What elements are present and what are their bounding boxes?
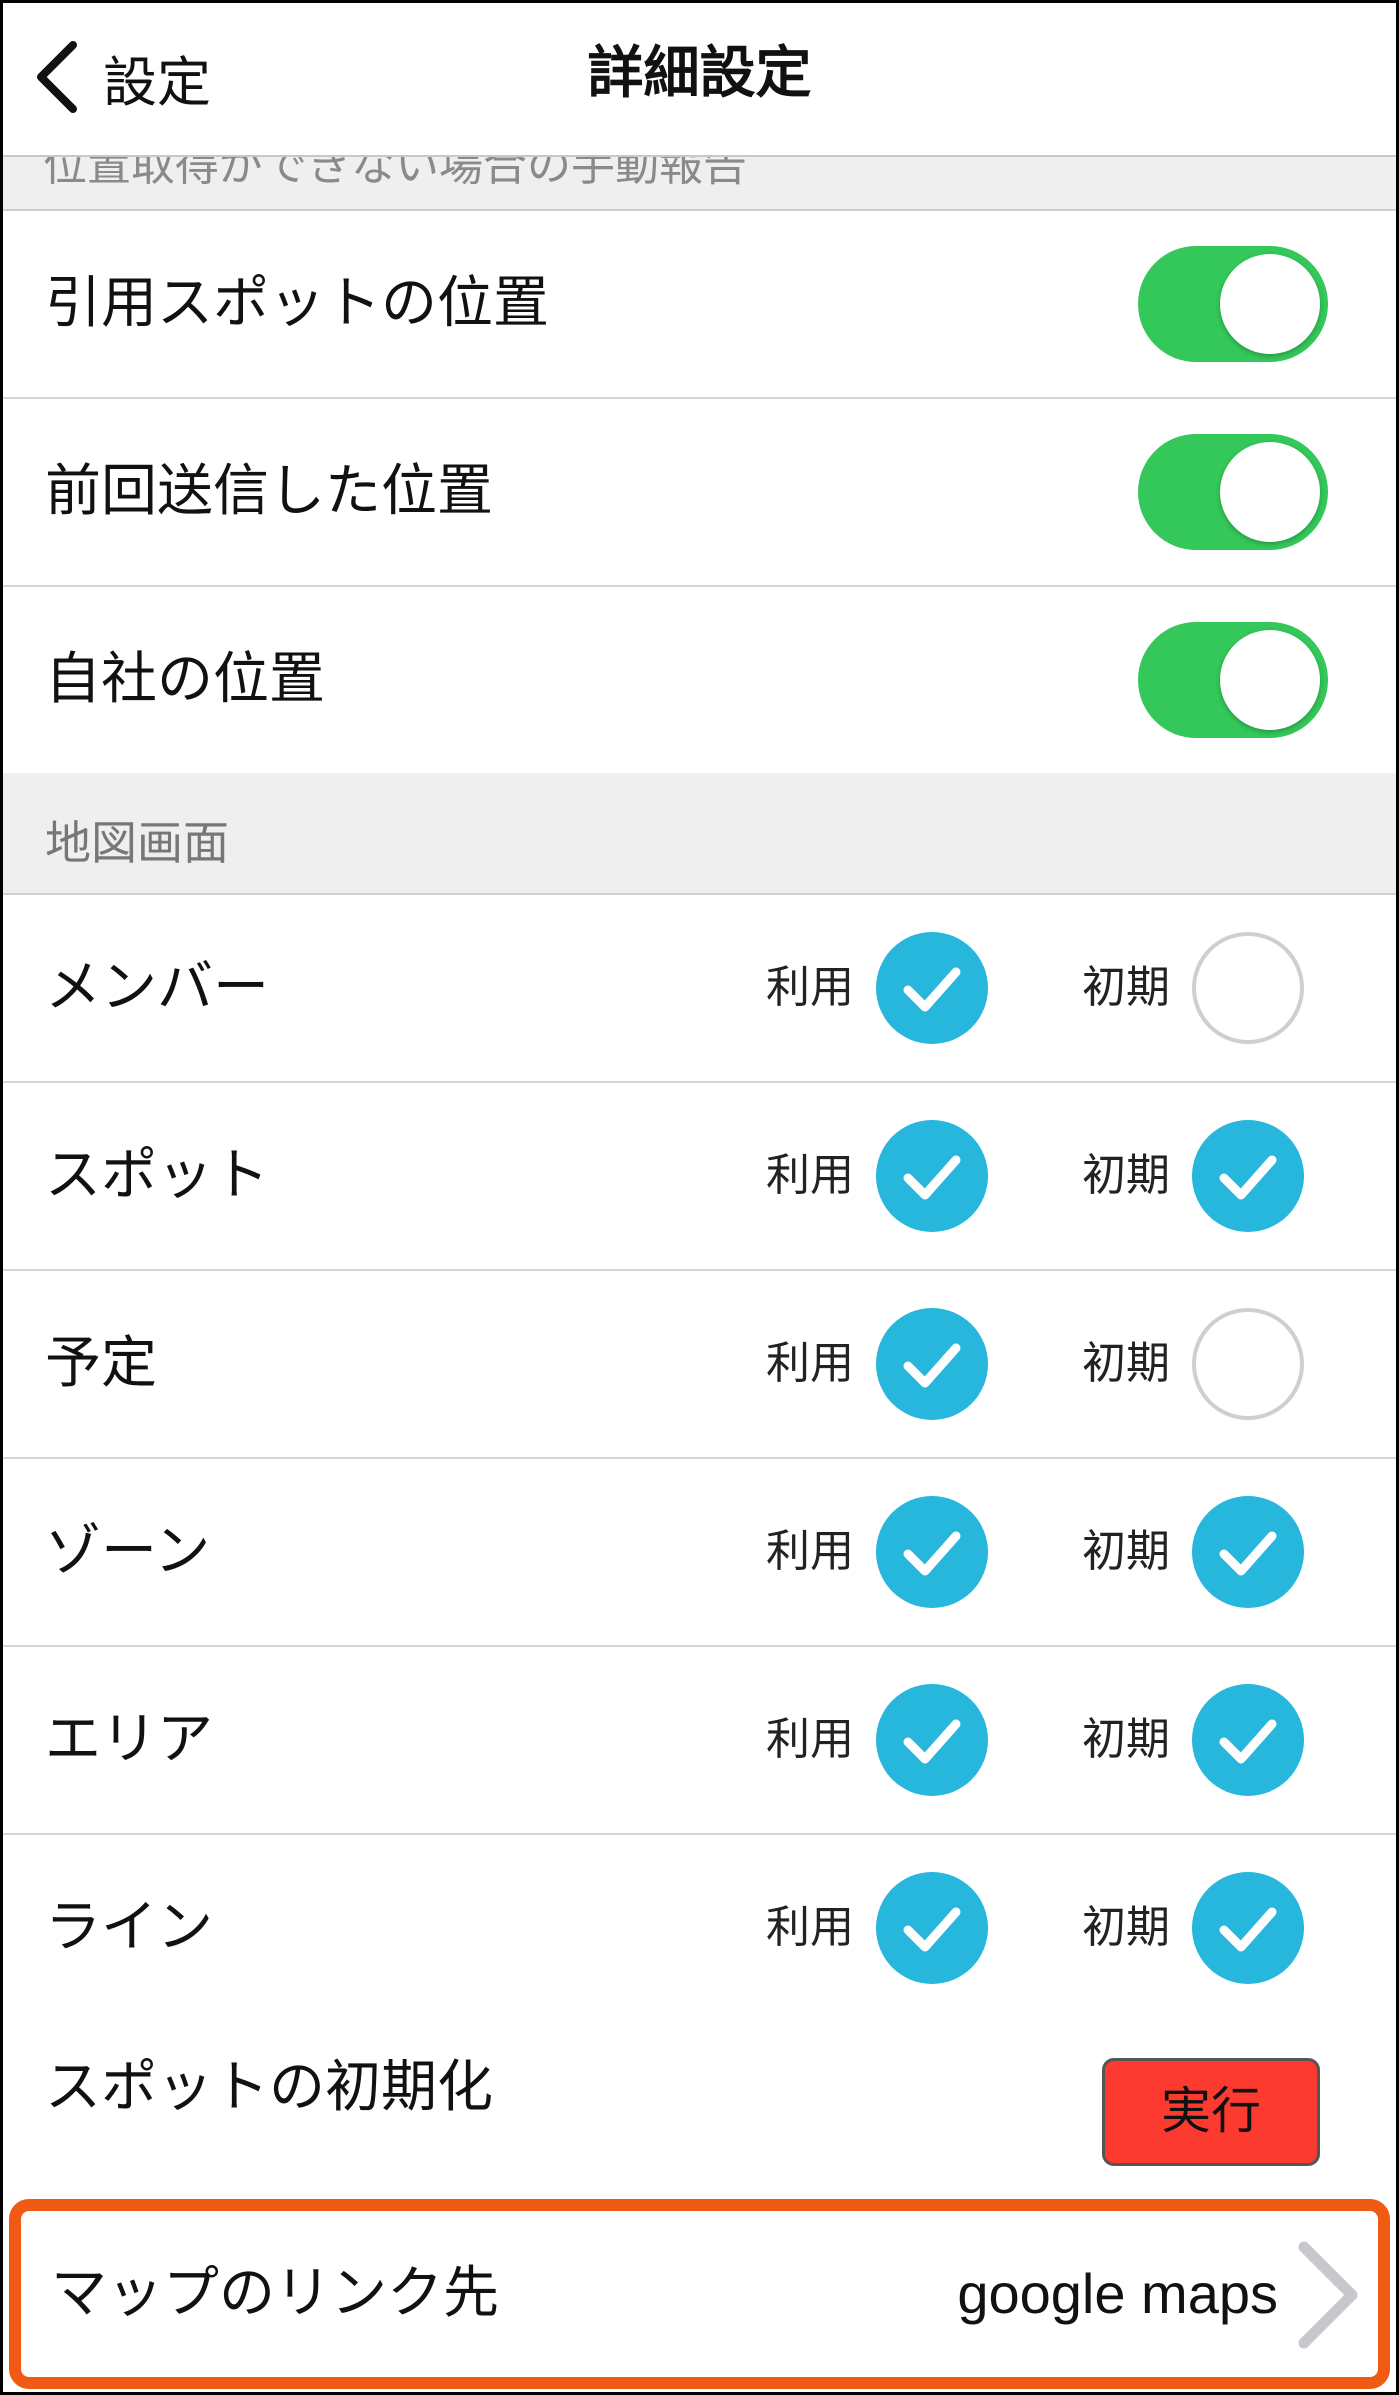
checkmark-icon bbox=[1219, 1719, 1277, 1764]
chevron-right-icon bbox=[1298, 2241, 1358, 2349]
row-label: 自社の位置 bbox=[45, 647, 325, 712]
checkmark-icon bbox=[903, 1155, 961, 1200]
use-label: 利用 bbox=[766, 1714, 854, 1765]
init-checkbox[interactable] bbox=[1192, 1684, 1304, 1796]
use-label: 利用 bbox=[766, 1902, 854, 1953]
init-checkbox[interactable] bbox=[1192, 1872, 1304, 1984]
checkmark-icon bbox=[903, 1719, 961, 1764]
init-label: 初期 bbox=[1082, 1150, 1170, 1201]
use-checkbox[interactable] bbox=[876, 1684, 988, 1796]
row-label: 前回送信した位置 bbox=[45, 459, 493, 524]
init-checkbox[interactable] bbox=[1192, 1308, 1304, 1420]
init-label: 初期 bbox=[1082, 1338, 1170, 1389]
map-option-row: エリア 利用 初期 bbox=[3, 1647, 1396, 1835]
map-link-value: google maps bbox=[957, 2262, 1278, 2325]
last-sent-position-toggle[interactable] bbox=[1138, 434, 1328, 550]
toggle-row-own-company: 自社の位置 bbox=[3, 587, 1396, 775]
map-option-row: ライン 利用 初期 bbox=[3, 1835, 1396, 2023]
toggle-knob bbox=[1220, 630, 1320, 730]
toggle-knob bbox=[1220, 442, 1320, 542]
checkmark-icon bbox=[903, 1343, 961, 1388]
row-label: 予定 bbox=[45, 1331, 157, 1396]
toggle-row-last-sent: 前回送信した位置 bbox=[3, 399, 1396, 587]
init-checkbox[interactable] bbox=[1192, 1120, 1304, 1232]
navigation-bar: 設定 詳細設定 bbox=[3, 3, 1396, 157]
use-checkbox[interactable] bbox=[876, 1496, 988, 1608]
row-label: ゾーン bbox=[45, 1519, 211, 1584]
init-checkbox[interactable] bbox=[1192, 932, 1304, 1044]
section-header-label: 地図画面 bbox=[45, 816, 229, 870]
checkmark-icon bbox=[903, 1907, 961, 1952]
row-label: エリア bbox=[45, 1707, 213, 1772]
reset-spot-label: スポットの初期化 bbox=[45, 2055, 493, 2120]
checkmark-icon bbox=[903, 1531, 961, 1576]
map-option-row: ゾーン 利用 初期 bbox=[3, 1459, 1396, 1647]
page-title: 詳細設定 bbox=[587, 41, 812, 106]
quoted-spot-toggle[interactable] bbox=[1138, 246, 1328, 362]
toggle-row-quoted-spot: 引用スポットの位置 bbox=[3, 211, 1396, 399]
row-label: スポット bbox=[45, 1143, 269, 1208]
section-header-label: 位置取得ができない場合の手動報告 bbox=[43, 155, 747, 191]
use-checkbox[interactable] bbox=[876, 1872, 988, 1984]
section-header-map-screen: 地図画面 bbox=[3, 773, 1396, 895]
toggle-knob bbox=[1220, 254, 1320, 354]
init-label: 初期 bbox=[1082, 1902, 1170, 1953]
map-option-row: スポット 利用 初期 bbox=[3, 1083, 1396, 1271]
init-label: 初期 bbox=[1082, 1526, 1170, 1577]
map-link-row[interactable]: マップのリンク先 google maps bbox=[9, 2199, 1390, 2389]
use-label: 利用 bbox=[766, 1526, 854, 1577]
checkmark-icon bbox=[1219, 1155, 1277, 1200]
reset-spot-row: スポットの初期化 実行 bbox=[3, 2018, 1396, 2198]
own-company-position-toggle[interactable] bbox=[1138, 622, 1328, 738]
settings-screen: 設定 詳細設定 位置取得ができない場合の手動報告 引用スポットの位置 前回送信し… bbox=[0, 0, 1399, 2395]
checkmark-icon bbox=[903, 967, 961, 1012]
init-label: 初期 bbox=[1082, 962, 1170, 1013]
map-option-row: 予定 利用 初期 bbox=[3, 1271, 1396, 1459]
use-checkbox[interactable] bbox=[876, 1308, 988, 1420]
map-option-row: メンバー 利用 初期 bbox=[3, 895, 1396, 1083]
execute-button[interactable]: 実行 bbox=[1102, 2058, 1320, 2166]
section-header-manual-report: 位置取得ができない場合の手動報告 bbox=[3, 155, 1396, 211]
row-label: メンバー bbox=[45, 955, 269, 1020]
map-link-label: マップのリンク先 bbox=[51, 2261, 499, 2326]
use-label: 利用 bbox=[766, 1150, 854, 1201]
init-checkbox[interactable] bbox=[1192, 1496, 1304, 1608]
checkmark-icon bbox=[1219, 1531, 1277, 1576]
row-label: 引用スポットの位置 bbox=[45, 271, 549, 336]
checkmark-icon bbox=[1219, 1907, 1277, 1952]
use-label: 利用 bbox=[766, 1338, 854, 1389]
row-label: ライン bbox=[45, 1895, 213, 1960]
init-label: 初期 bbox=[1082, 1714, 1170, 1765]
use-label: 利用 bbox=[766, 962, 854, 1013]
use-checkbox[interactable] bbox=[876, 1120, 988, 1232]
use-checkbox[interactable] bbox=[876, 932, 988, 1044]
